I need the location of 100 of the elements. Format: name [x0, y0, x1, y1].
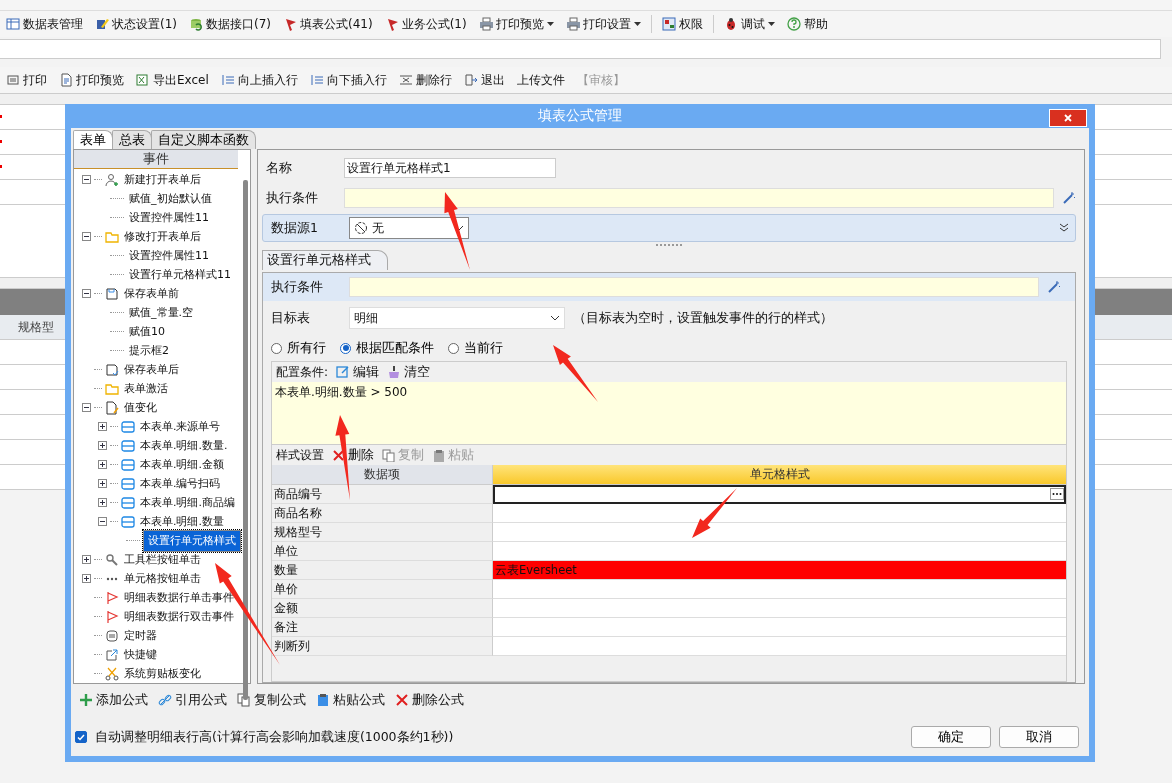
insert-row-icon [220, 73, 235, 87]
toolbar-button[interactable]: 帮助 [784, 15, 830, 33]
toolbar-button[interactable]: 复制公式 [237, 691, 306, 709]
toolbar-button[interactable]: 向下插入行 [307, 71, 389, 89]
datasource-dropdown[interactable]: 无 [349, 217, 469, 239]
toolbar-button[interactable]: 数据接口(7) [187, 15, 273, 33]
collapse-icon[interactable] [82, 289, 91, 298]
tree-item[interactable]: 本表单.编号扫码 [138, 476, 223, 491]
toolbar-button[interactable]: 退出 [461, 71, 507, 89]
checkbox[interactable] [75, 731, 87, 743]
save-icon [105, 286, 119, 301]
tree-item[interactable]: 表单激活 [122, 381, 170, 396]
tree-item[interactable]: 快捷键 [122, 647, 159, 662]
toolbar-button[interactable]: 添加公式 [79, 691, 148, 709]
collapse-icon[interactable] [82, 232, 91, 241]
scrollbar[interactable] [243, 180, 248, 700]
table-cell: 单价 [272, 580, 493, 599]
tree-item[interactable]: 本表单.明细.商品编 [138, 495, 237, 510]
tree-item[interactable]: 明细表数据行单击事件 [122, 590, 236, 605]
toolbar-button[interactable]: 填表公式(41) [281, 15, 375, 33]
toolbar-button[interactable]: 清空 [387, 363, 431, 381]
splitter-handle[interactable] [656, 244, 682, 248]
tree-item[interactable]: 值变化 [122, 400, 159, 415]
toolbar-button[interactable]: 导出Excel [134, 71, 211, 89]
dialog-button[interactable]: 确定 [911, 726, 991, 748]
ellipsis-button[interactable] [1050, 488, 1064, 500]
tree-item[interactable]: 设置行单元格样式11 [127, 267, 233, 282]
toolbar-button[interactable]: 删除 [332, 446, 374, 464]
dialog-button[interactable]: 取消 [999, 726, 1079, 748]
tree-item[interactable]: 工具栏按钮单击 [122, 552, 203, 567]
condition-editor[interactable]: 本表单.明细.数量 > 500 [272, 382, 1066, 445]
tab[interactable]: 表单 [73, 130, 113, 149]
toolbar-button[interactable]: 权限 [659, 15, 705, 33]
toolbar-button[interactable]: 打印设置 [563, 15, 643, 33]
radio-option[interactable]: 所有行 [271, 339, 326, 357]
tab[interactable]: 总表 [112, 130, 152, 149]
radio-option[interactable]: 当前行 [448, 339, 503, 357]
tree-item[interactable]: 赋值10 [127, 324, 167, 339]
expand-icon[interactable] [98, 498, 107, 507]
section-label: 样式设置 [276, 446, 324, 464]
table-cell[interactable]: 云表Eversheet [493, 561, 1066, 580]
table-cell[interactable] [493, 485, 1066, 504]
field-icon [121, 419, 135, 434]
toolbar-button[interactable]: 引用公式 [158, 691, 227, 709]
toolbar-button[interactable]: 业务公式(1) [382, 15, 469, 33]
tab[interactable]: 自定义脚本函数 [151, 130, 256, 149]
grid-icon [661, 17, 676, 31]
address-field[interactable] [0, 39, 1161, 59]
tree-item[interactable]: 赋值_初始默认值 [127, 191, 214, 206]
toolbar-button[interactable]: 上传文件 [514, 71, 567, 89]
copy-icon [237, 693, 251, 707]
toolbar-button[interactable]: 调试 [721, 15, 777, 33]
tree-item[interactable]: 赋值_常量.空 [127, 305, 195, 320]
brush-icon [387, 365, 402, 379]
tree-item[interactable]: 本表单.明细.数量 [138, 514, 226, 529]
tree-item[interactable]: 保存表单后 [122, 362, 181, 377]
tree-item[interactable]: 单元格按钮单击 [122, 571, 203, 586]
tree-item[interactable]: 修改打开表单后 [122, 229, 203, 244]
toolbar-button[interactable]: 打印 [4, 71, 49, 89]
collapse-icon[interactable] [82, 403, 91, 412]
tree-item[interactable]: 新建打开表单后 [122, 172, 203, 187]
condition-field[interactable] [344, 188, 1054, 208]
tree-item[interactable]: 系统剪贴板变化 [122, 666, 203, 681]
tree-item[interactable]: 提示框2 [127, 343, 171, 358]
collapse-icon[interactable] [82, 175, 91, 184]
expand-icon[interactable] [82, 555, 91, 564]
toolbar-button[interactable]: 数据表管理 [4, 15, 85, 33]
pencil-icon [95, 17, 109, 31]
tree-item[interactable]: 设置行单元格样式 [143, 529, 241, 552]
collapse-icon[interactable] [98, 517, 107, 526]
field-icon [121, 514, 135, 529]
tree-item[interactable]: 明细表数据行双击事件 [122, 609, 236, 624]
tree-item[interactable]: 设置控件属性11 [127, 248, 211, 263]
toolbar-button[interactable]: 状态设置(1) [93, 15, 179, 33]
expand-icon[interactable] [98, 479, 107, 488]
toolbar-button[interactable]: 向上插入行 [218, 71, 300, 89]
tree-item[interactable]: 保存表单前 [122, 286, 181, 301]
toolbar-button[interactable]: 打印预览 [57, 71, 126, 89]
tree-item[interactable]: 定时器 [122, 628, 159, 643]
table-cell: 单位 [272, 542, 493, 561]
toolbar-button[interactable]: 删除公式 [395, 691, 464, 709]
name-field[interactable]: 设置行单元格样式1 [344, 158, 556, 178]
annotation-arrow [692, 488, 737, 538]
expand-icon[interactable] [98, 460, 107, 469]
target-dropdown[interactable]: 明细 [349, 307, 565, 329]
tree-item[interactable]: 本表单.明细.金额 [138, 457, 226, 472]
toolbar-button[interactable]: 打印预览 [476, 15, 556, 33]
radio-option[interactable]: 根据匹配条件 [340, 339, 434, 357]
toolbar-button[interactable]: 粘贴公式 [316, 691, 385, 709]
condition-field[interactable] [349, 277, 1039, 297]
tree-item[interactable]: 本表单.明细.数量. [138, 438, 230, 453]
tree-item[interactable]: 本表单.来源单号 [138, 419, 223, 434]
toolbar-button[interactable]: 删除行 [396, 71, 454, 89]
tab[interactable]: 设置行单元格样式 [262, 250, 388, 270]
toolbar-button[interactable]: 编辑 [336, 363, 380, 381]
expand-icon[interactable] [82, 574, 91, 583]
expand-icon[interactable] [98, 422, 107, 431]
close-button[interactable] [1049, 109, 1087, 127]
expand-icon[interactable] [98, 441, 107, 450]
tree-item[interactable]: 设置控件属性11 [127, 210, 211, 225]
